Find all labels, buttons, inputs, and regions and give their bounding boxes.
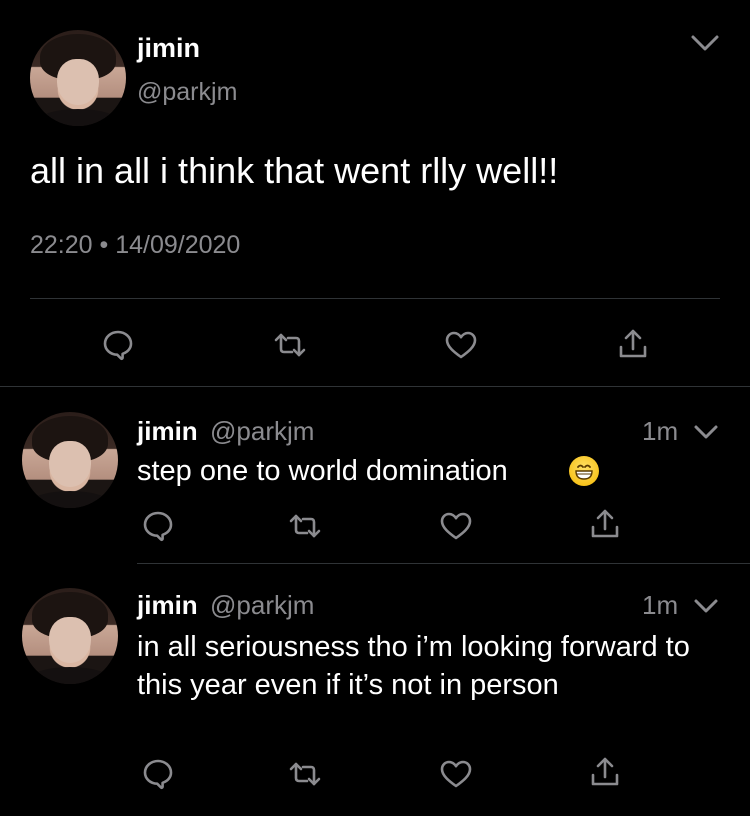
tweet-text: all in all i think that went rlly well!! [30, 150, 559, 191]
reply-icon[interactable] [141, 757, 175, 791]
heart-icon[interactable] [444, 328, 478, 362]
author-handle[interactable]: @parkjm [137, 78, 237, 107]
retweet-icon[interactable] [288, 509, 322, 543]
avatar[interactable] [30, 30, 126, 126]
share-icon[interactable] [588, 508, 622, 542]
heart-icon[interactable] [439, 509, 473, 543]
tweet-text: step one to world domination [137, 455, 508, 487]
avatar[interactable] [22, 588, 118, 684]
share-icon[interactable] [616, 328, 650, 362]
tweet-text: in all seriousness tho i’m looking forwa… [137, 631, 690, 701]
author-handle[interactable]: @parkjm [210, 590, 314, 621]
reply-icon[interactable] [101, 328, 135, 362]
retweet-icon[interactable] [288, 757, 322, 791]
heart-icon[interactable] [439, 757, 473, 791]
author-handle[interactable]: @parkjm [210, 416, 314, 447]
divider [137, 563, 750, 564]
reply-icon[interactable] [141, 509, 175, 543]
retweet-icon[interactable] [273, 328, 307, 362]
chevron-down-icon[interactable] [693, 596, 719, 616]
avatar[interactable] [22, 412, 118, 508]
author-name[interactable]: jimin [137, 33, 200, 64]
divider [0, 386, 750, 387]
chevron-down-icon[interactable] [693, 422, 719, 442]
tweet-time-ago: 1m [642, 590, 679, 620]
tweet-timestamp: 22:20 • 14/09/2020 [30, 231, 241, 259]
author-name[interactable]: jimin [137, 416, 198, 447]
grinning-face-emoji [569, 456, 599, 486]
share-icon[interactable] [588, 756, 622, 790]
author-name[interactable]: jimin [137, 590, 198, 621]
divider [30, 298, 720, 299]
tweet-time-ago: 1m [642, 416, 679, 446]
chevron-down-icon[interactable] [690, 32, 720, 54]
